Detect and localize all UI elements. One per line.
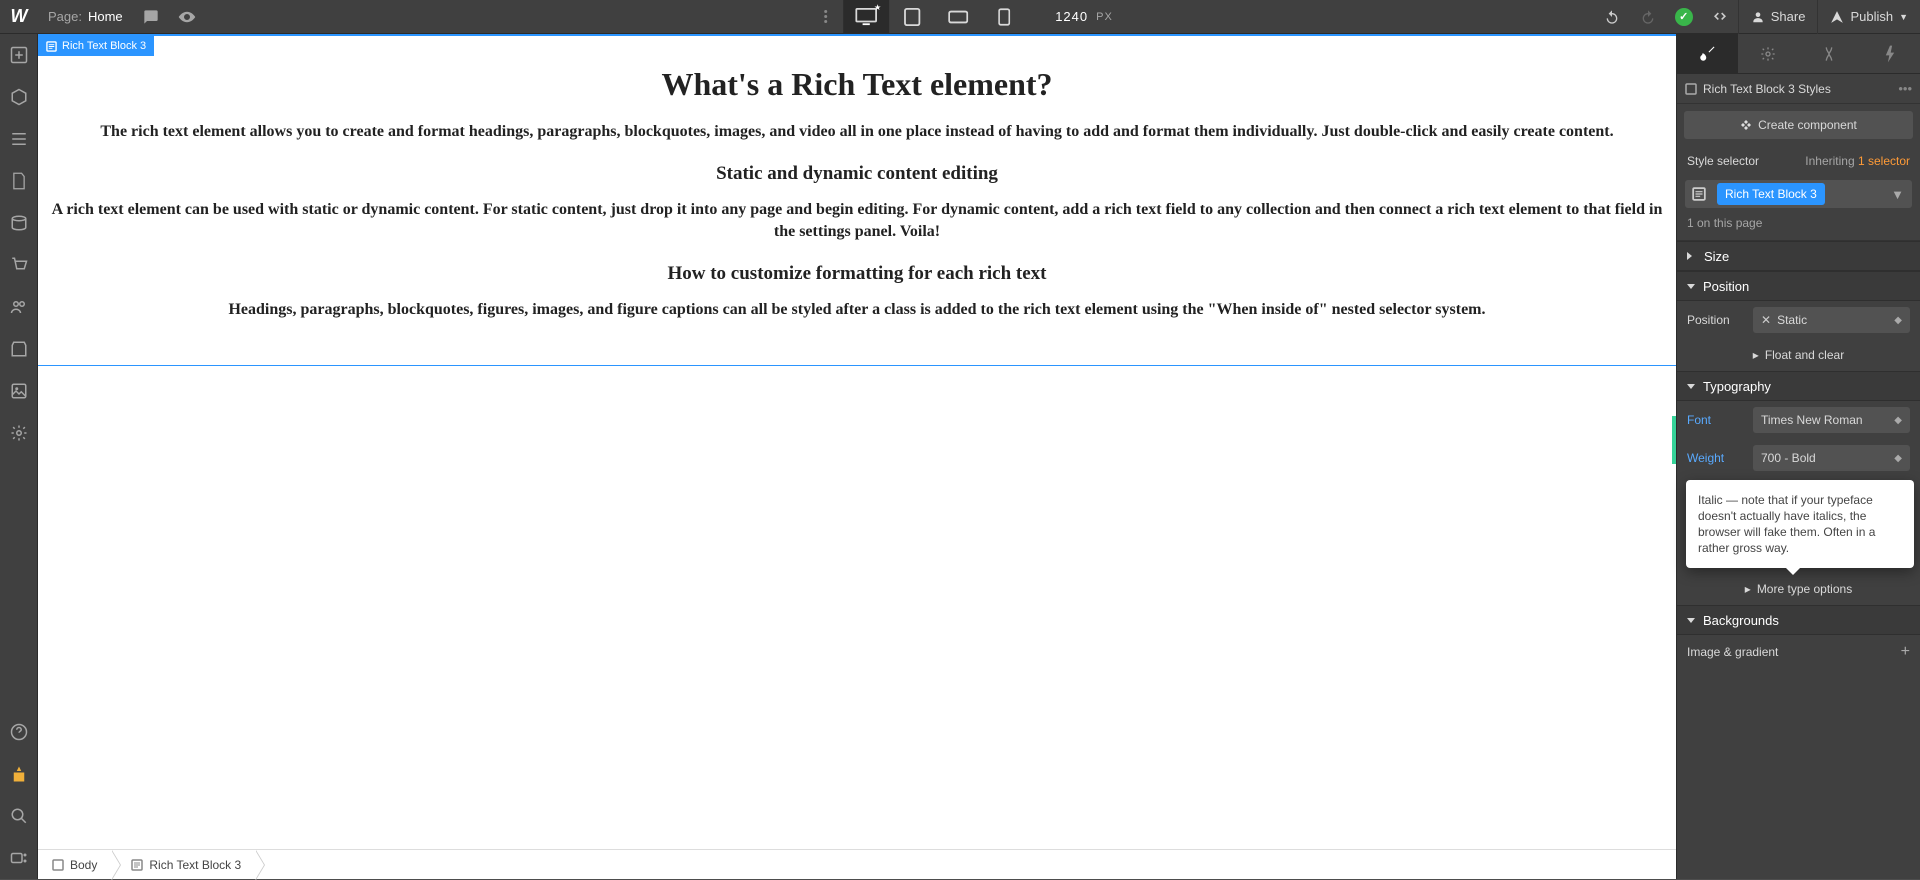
cms-icon[interactable] — [0, 202, 38, 244]
float-clear-toggle[interactable]: ▸Float and clear — [1677, 339, 1920, 371]
rte-paragraph: Headings, paragraphs, blockquotes, figur… — [48, 299, 1666, 321]
tab-settings[interactable] — [1738, 34, 1799, 73]
add-background-button[interactable]: + — [1901, 643, 1910, 661]
breadcrumb-rte[interactable]: Rich Text Block 3 — [111, 850, 255, 880]
add-element-icon[interactable] — [0, 34, 38, 76]
tab-style[interactable] — [1677, 34, 1738, 73]
breakpoint-tablet[interactable] — [889, 0, 935, 34]
breadcrumb-body[interactable]: Body — [38, 850, 111, 880]
styles-header-title: Rich Text Block 3 Styles — [1703, 82, 1892, 96]
create-component-button[interactable]: Create component — [1684, 111, 1913, 139]
search-icon[interactable] — [0, 795, 38, 837]
undo-button[interactable] — [1594, 0, 1630, 34]
weight-label: Weight — [1687, 451, 1745, 465]
publish-button[interactable]: Publish ▼ — [1817, 0, 1920, 34]
rich-text-element[interactable]: What's a Rich Text element? The rich tex… — [38, 36, 1676, 365]
comments-icon[interactable] — [133, 0, 169, 34]
style-selector-label: Style selector — [1687, 154, 1805, 168]
selector-tag[interactable]: Rich Text Block 3 — [1717, 183, 1825, 205]
rte-heading-h2: What's a Rich Text element? — [48, 66, 1666, 103]
selector-chip[interactable]: Rich Text Block 3 ▼ — [1685, 180, 1912, 208]
status-check[interactable]: ✓ — [1666, 0, 1702, 34]
canvas-size[interactable]: 1240 PX — [1055, 9, 1113, 24]
page-selector[interactable]: Page: Home — [38, 9, 133, 24]
image-icon[interactable] — [0, 370, 38, 412]
font-label: Font — [1687, 413, 1745, 427]
italic-tooltip: Italic — note that if your typeface does… — [1686, 480, 1914, 568]
page-label: Page: — [48, 9, 82, 24]
webflow-logo[interactable]: W — [0, 0, 38, 34]
rte-heading-h4: How to customize formatting for each ric… — [48, 263, 1666, 285]
selector-element-icon[interactable] — [1685, 180, 1713, 208]
page-canvas[interactable]: Rich Text Block 3 What's a Rich Text ele… — [38, 34, 1676, 849]
section-backgrounds[interactable]: Backgrounds — [1677, 605, 1920, 635]
users-icon[interactable] — [0, 286, 38, 328]
help-icon[interactable] — [0, 711, 38, 753]
styles-header-menu[interactable]: ••• — [1898, 81, 1912, 96]
font-dropdown[interactable]: Times New Roman◆ — [1753, 407, 1910, 433]
redo-button[interactable] — [1630, 0, 1666, 34]
rte-heading-h4: Static and dynamic content editing — [48, 163, 1666, 185]
export-code-icon[interactable] — [1702, 0, 1738, 34]
breakpoint-menu-icon[interactable] — [807, 0, 843, 34]
tab-interactions[interactable] — [1859, 34, 1920, 73]
inheriting-label[interactable]: Inheriting 1 selector — [1805, 154, 1910, 168]
canvas-resize-handle[interactable] — [1672, 416, 1676, 464]
share-label: Share — [1771, 9, 1806, 24]
symbols-icon[interactable] — [0, 76, 38, 118]
rte-paragraph: A rich text element can be used with sta… — [48, 199, 1666, 243]
rte-paragraph: The rich text element allows you to crea… — [48, 121, 1666, 143]
video-tutorial-icon[interactable] — [0, 753, 38, 795]
pages-icon[interactable] — [0, 160, 38, 202]
weight-dropdown[interactable]: 700 - Bold◆ — [1753, 445, 1910, 471]
selector-state-caret[interactable]: ▼ — [1891, 187, 1908, 202]
image-gradient-label: Image & gradient — [1687, 645, 1778, 659]
canvas-width-unit: PX — [1096, 11, 1113, 23]
section-typography[interactable]: Typography — [1677, 371, 1920, 401]
preview-icon[interactable] — [169, 0, 205, 34]
breakpoint-desktop[interactable]: ★ — [843, 0, 889, 34]
breakpoint-mobile-portrait[interactable] — [981, 0, 1027, 34]
publish-label: Publish — [1850, 9, 1893, 24]
tab-effects[interactable] — [1799, 34, 1860, 73]
breakpoint-mobile-landscape[interactable] — [935, 0, 981, 34]
more-type-options[interactable]: ▸More type options — [1677, 573, 1920, 605]
position-dropdown[interactable]: ✕ Static ◆ — [1753, 307, 1910, 333]
section-size[interactable]: Size — [1677, 241, 1920, 271]
ecommerce-icon[interactable] — [0, 244, 38, 286]
page-name: Home — [88, 9, 123, 24]
share-button[interactable]: Share — [1738, 0, 1818, 34]
assets-icon[interactable] — [0, 328, 38, 370]
section-position[interactable]: Position — [1677, 271, 1920, 301]
navigator-icon[interactable] — [0, 118, 38, 160]
position-label: Position — [1687, 313, 1745, 327]
canvas-width-value: 1240 — [1055, 9, 1088, 24]
selector-count: 1 on this page — [1677, 212, 1920, 241]
audit-icon[interactable] — [0, 837, 38, 879]
settings-icon[interactable] — [0, 412, 38, 454]
